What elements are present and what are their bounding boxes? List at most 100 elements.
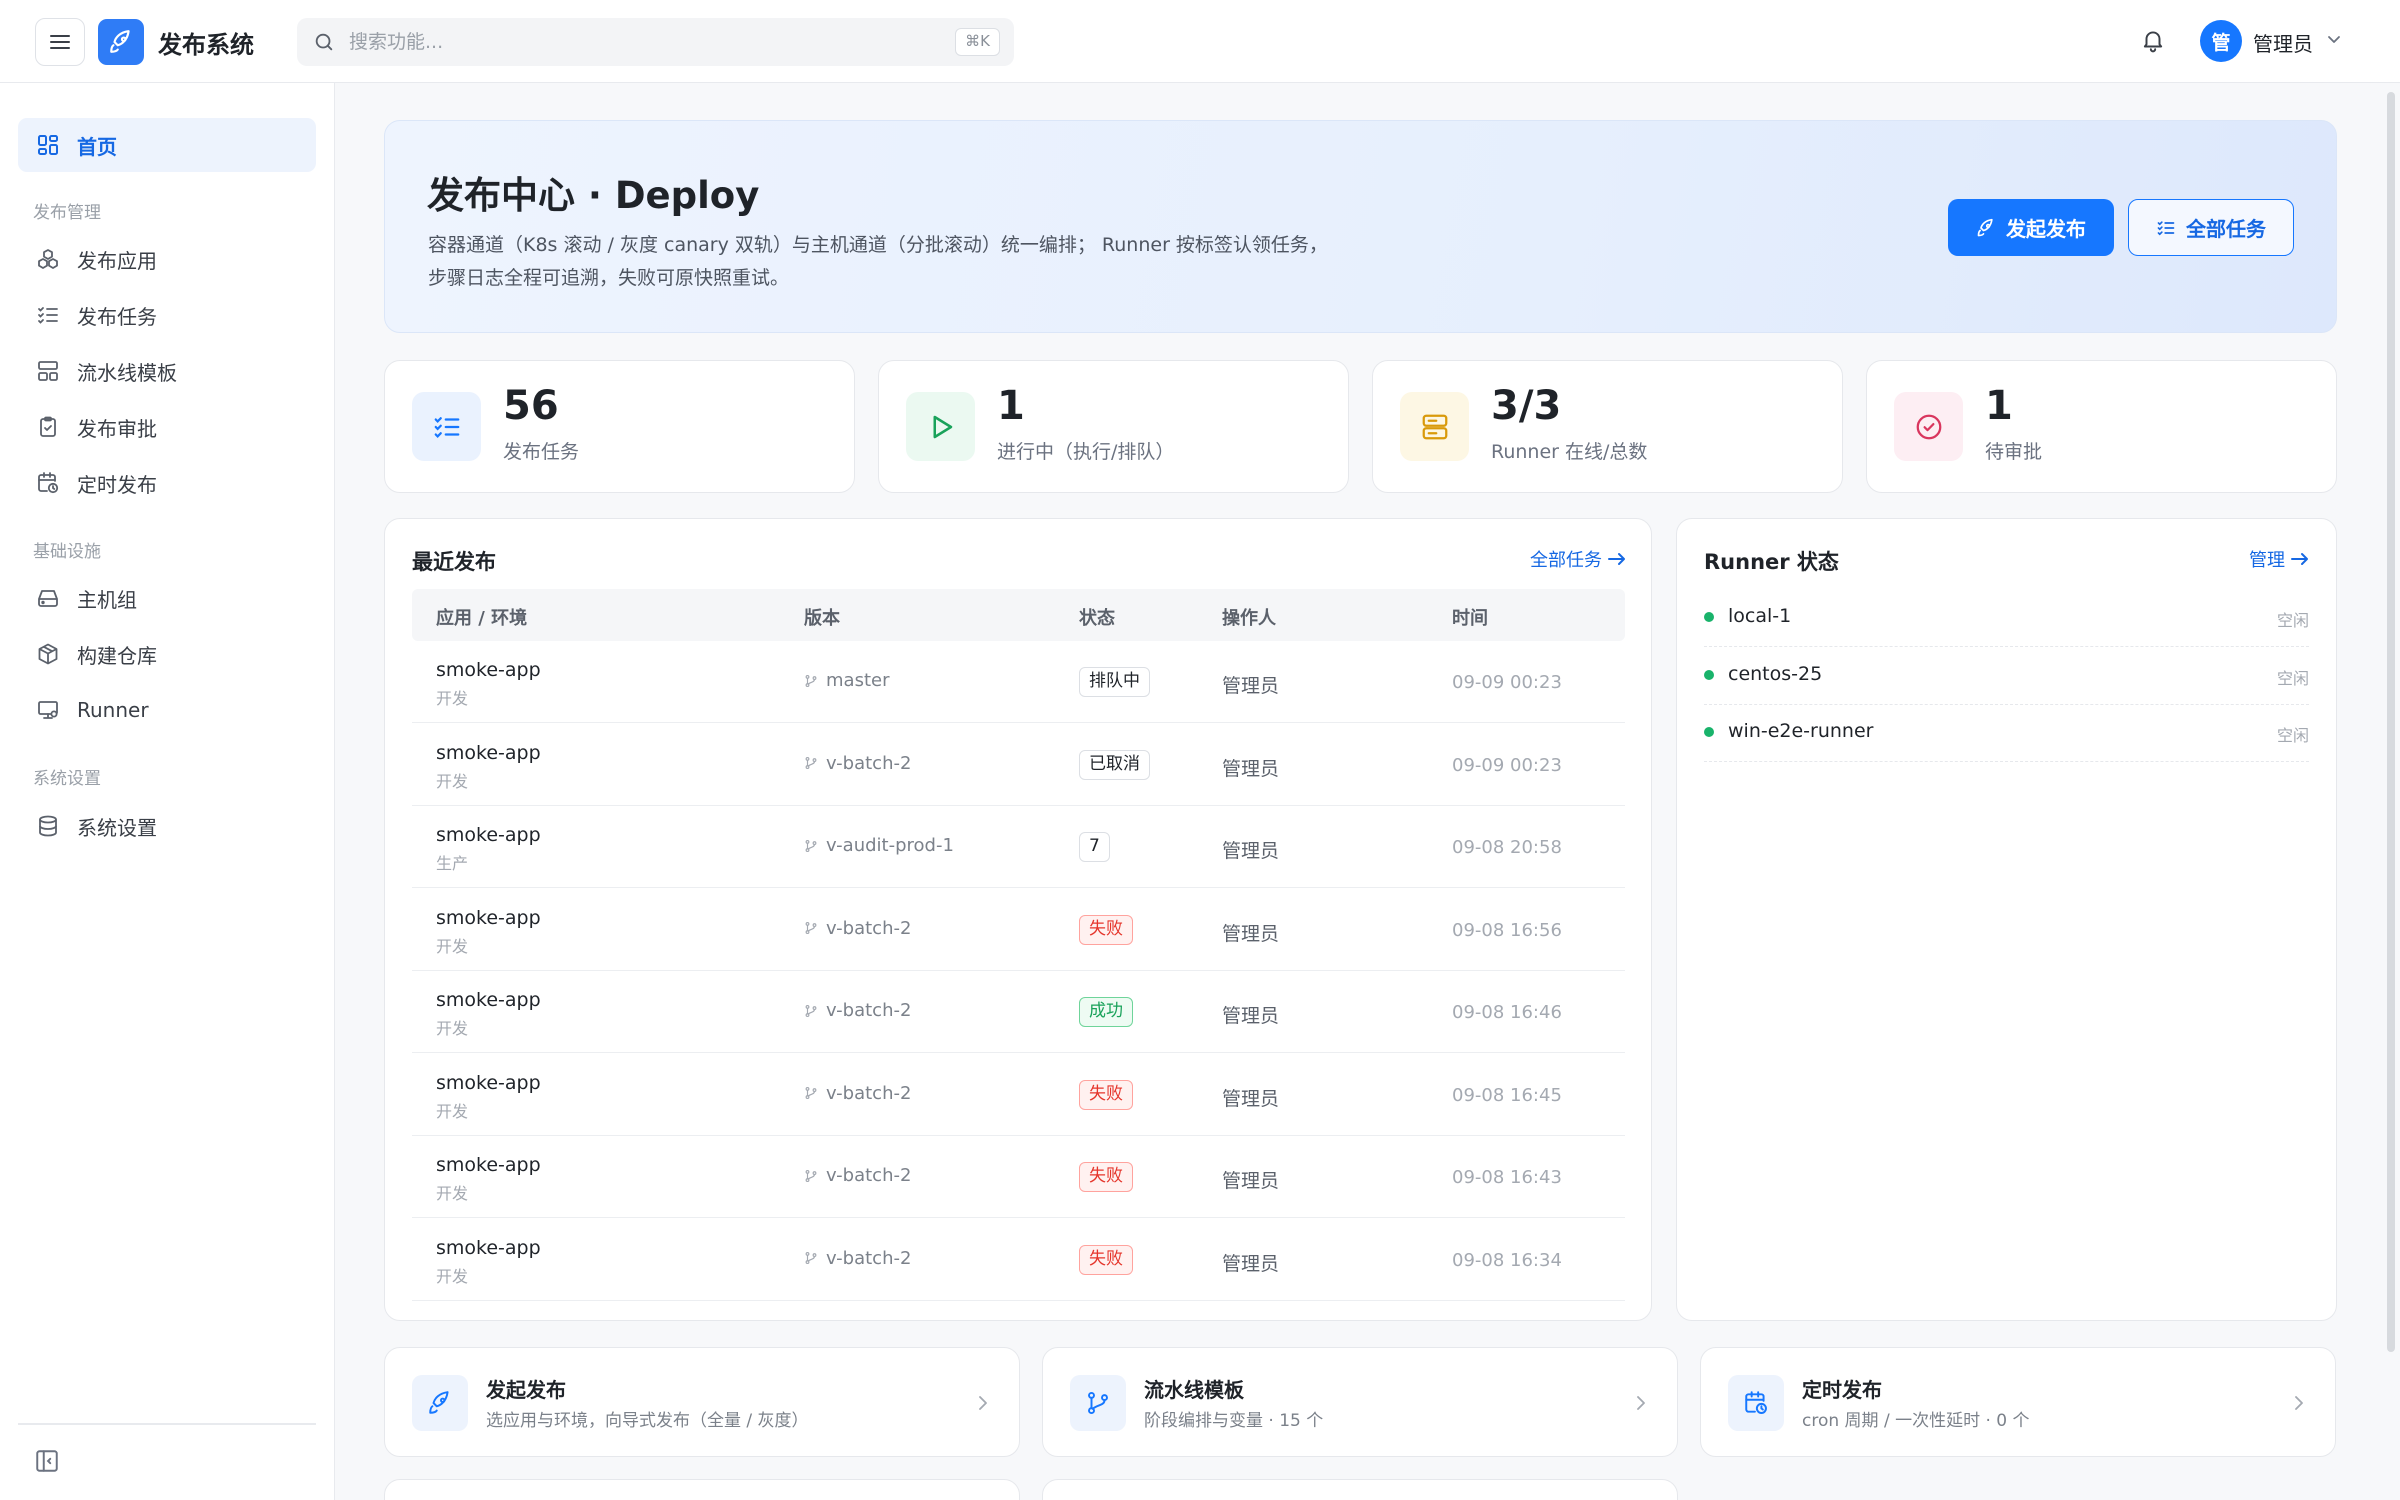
all-tasks-link[interactable]: 全部任务 [1530,546,1626,572]
sidebar-item-release-approval[interactable]: 发布审批 [18,400,316,454]
sidebar-item-home[interactable]: 首页 [18,118,316,172]
sidebar-item-system-settings[interactable]: 系统设置 [18,799,316,853]
row-app-name[interactable]: smoke-app [436,1154,541,1176]
sidebar-item-release-tasks[interactable]: 发布任务 [18,288,316,342]
list-check-icon [2157,220,2175,235]
table-row[interactable]: smoke-app 开发 v-batch-2 失败 管理员 09-08 16:34 [412,1219,1625,1301]
runner-state: 空闲 [2276,726,2309,745]
row-env: 开发 [436,1184,469,1203]
row-app-name[interactable]: smoke-app [436,989,541,1011]
notification-button[interactable] [2140,26,2166,58]
table-row[interactable]: smoke-app 生产 v-audit-prod-1 7 管理员 09-08 20:58 [412,806,1625,888]
column-header-operator[interactable]: 操作人 [1222,604,1276,630]
runner-name[interactable]: win-e2e-runner [1728,720,1873,742]
arrow-right-icon [1607,553,1625,565]
quick-action-desc: cron 周期 / 一次性延时 · 0 个 [1802,1411,2030,1431]
panel-collapse-icon [36,1450,58,1472]
runner-state: 空闲 [2276,668,2309,688]
row-env: 开发 [436,1266,469,1286]
stat-label: 进行中（执行/排队） [997,441,1175,463]
runner-name[interactable]: centos-25 [1728,663,1822,685]
row-version-label: v-batch-2 [826,1000,912,1021]
quick-action-scheduled-release[interactable]: 定时发布 cron 周期 / 一次性延时 · 0 个 [1700,1347,2336,1457]
menu-button[interactable] [35,18,85,66]
status-badge: 失败 [1079,1244,1133,1275]
column-header-status[interactable]: 状态 [1079,604,1115,630]
row-app-name[interactable]: smoke-app [436,907,541,929]
column-header-app[interactable]: 应用 / 环境 [436,604,527,630]
nav-group-release: 发布管理 [33,203,101,223]
row-time: 09-08 20:58 [1452,837,1562,858]
start-release-button[interactable]: 发起发布 [1948,199,2114,256]
avatar[interactable]: 管 [2200,20,2242,62]
search-box[interactable]: ⌘K [297,18,1014,66]
sidebar-item-label: 主机组 [77,587,137,612]
table-row[interactable]: smoke-app 开发 v-batch-2 已取消 管理员 09-09 00:23 [412,724,1625,806]
table-row[interactable]: smoke-app 开发 v-batch-2 失败 管理员 09-08 16:45 [412,1054,1625,1136]
row-operator: 管理员 [1222,757,1280,780]
next-card-peek [1042,1479,1678,1500]
sidebar-item-release-app[interactable]: 发布应用 [18,232,316,286]
sidebar-item-label: Runner [77,698,149,722]
row-env: 开发 [436,936,469,956]
row-operator: 管理员 [1222,1170,1280,1192]
table-header: 应用 / 环境 版本 状态 操作人 时间 [412,589,1625,641]
table-row[interactable]: smoke-app 开发 master 排队中 管理员 09-09 00:23 [412,641,1625,723]
runner-list-item[interactable]: local-1 空闲 [1704,589,2309,647]
row-app-name[interactable]: smoke-app [436,742,541,764]
all-tasks-button[interactable]: 全部任务 [2128,199,2294,256]
table-row[interactable]: smoke-app 开发 v-batch-2 失败 管理员 09-08 16:56 [412,889,1625,971]
stat-card-tasks[interactable]: 56 发布任务 [384,360,855,493]
recent-releases-title: 最近发布 [412,550,496,574]
row-app-name[interactable]: smoke-app [436,824,541,846]
user-name[interactable]: 管理员 [2253,28,2313,57]
table-row[interactable]: smoke-app 开发 v-batch-2 失败 管理员 09-08 16:43 [412,1136,1625,1218]
all-tasks-link-label: 全部任务 [1530,550,1602,571]
column-header-version[interactable]: 版本 [804,604,840,630]
stat-card-pending-approval[interactable]: 1 待审批 [1866,360,2337,493]
clipboard-check-icon [40,416,56,437]
row-version: v-batch-2 [804,753,911,774]
app-logo[interactable] [98,19,144,65]
column-header-time[interactable]: 时间 [1452,604,1488,630]
scrollbar-thumb[interactable] [2387,92,2395,1352]
table-row[interactable]: smoke-app 开发 v-batch-2 成功 管理员 09-08 16:46 [412,971,1625,1053]
hero-banner: 发布中心 · Deploy 容器通道（K8s 滚动 / 灰度 canary 双轨… [384,120,2337,333]
server-icon [1422,414,1447,439]
sidebar-item-build-repos[interactable]: 构建仓库 [18,627,316,681]
stat-card-running[interactable]: 1 进行中（执行/排队） [878,360,1349,493]
sidebar-item-label: 发布任务 [77,304,157,329]
status-badge: 排队中 [1079,667,1150,697]
online-status-dot [1704,612,1714,622]
row-app-name[interactable]: smoke-app [436,659,541,681]
sidebar-item-scheduled-release[interactable]: 定时发布 [18,456,316,510]
stat-card-runners[interactable]: 3/3 Runner 在线/总数 [1372,360,1843,493]
row-operator: 管理员 [1222,840,1280,862]
row-time: 09-09 00:23 [1452,754,1562,776]
sidebar-item-pipeline-templates[interactable]: 流水线模板 [18,344,316,398]
chevron-down-icon[interactable] [2326,34,2342,46]
quick-action-pipeline-templates[interactable]: 流水线模板 阶段编排与变量 · 15 个 [1042,1347,1678,1457]
sidebar-item-label: 发布应用 [77,248,157,273]
row-app-name[interactable]: smoke-app [436,1072,541,1094]
runner-list-item[interactable]: centos-25 空闲 [1704,647,2309,705]
sidebar-item-label: 流水线模板 [77,360,177,385]
row-time: 09-08 16:45 [1452,1084,1562,1106]
row-env: 生产 [436,854,469,873]
row-version: v-batch-2 [804,1000,911,1021]
row-version-label: v-batch-2 [826,1165,912,1186]
search-input[interactable] [349,18,909,66]
sidebar-item-runner[interactable]: Runner [18,683,316,737]
quick-action-start-release[interactable]: 发起发布 选应用与环境，向导式发布（全量 / 灰度） [384,1347,1020,1457]
runner-list-item[interactable]: win-e2e-runner 空闲 [1704,704,2309,762]
sidebar-item-host-groups[interactable]: 主机组 [18,571,316,625]
collapse-sidebar-button[interactable] [34,1448,60,1478]
row-app-name[interactable]: smoke-app [436,1237,541,1259]
app-title: 发布系统 [158,31,254,59]
check-circle-icon [1916,414,1941,439]
runner-state: 空闲 [2276,611,2309,630]
runner-name[interactable]: local-1 [1728,605,1791,627]
start-release-label: 发起发布 [2006,217,2086,241]
manage-runners-link[interactable]: 管理 [2249,546,2309,572]
row-time: 09-09 00:23 [1452,672,1562,693]
